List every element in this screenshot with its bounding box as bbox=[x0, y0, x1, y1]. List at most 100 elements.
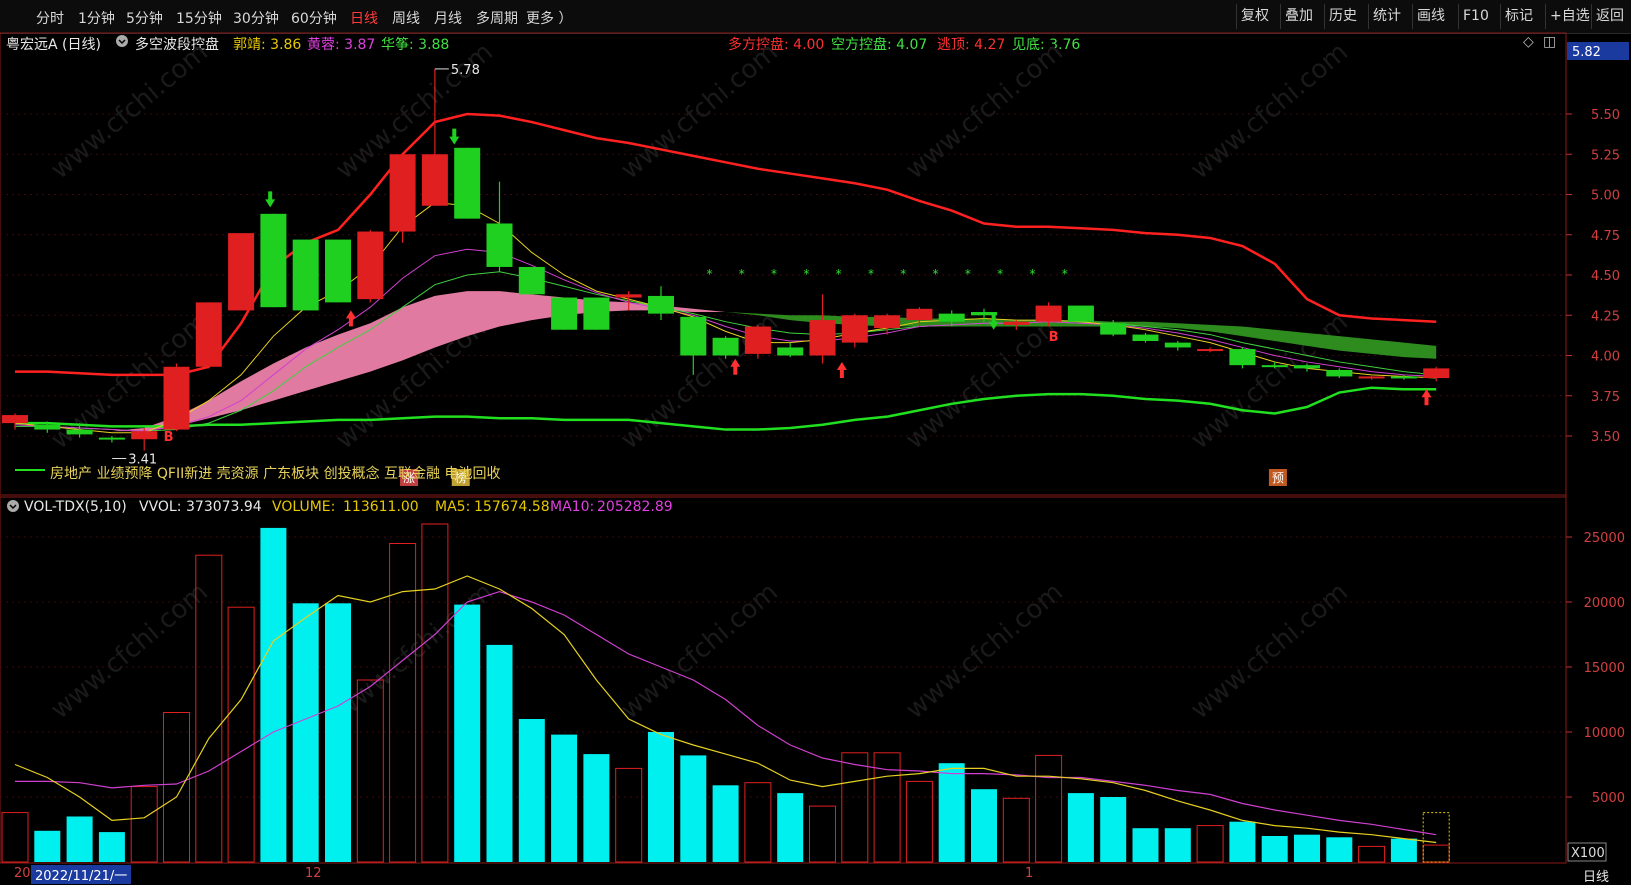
volume-info-bar: VOL-TDX(5,10) VVOL: 373073.94 VOLUME: 11… bbox=[0, 498, 1560, 518]
volume-bar bbox=[583, 754, 610, 862]
candle-body bbox=[292, 239, 319, 311]
period-label: 日线 bbox=[1583, 870, 1610, 885]
volume-bar bbox=[98, 832, 125, 862]
price-tick-label: 4.00 bbox=[1591, 350, 1620, 365]
down-arrow-icon bbox=[988, 313, 999, 330]
candle-body bbox=[66, 429, 93, 435]
volume-bar bbox=[1294, 834, 1320, 862]
volume-bar bbox=[938, 763, 965, 862]
volume-bar bbox=[615, 767, 643, 863]
volume-bar bbox=[777, 793, 804, 862]
ma10-label: MA10: bbox=[550, 499, 595, 515]
candle-body bbox=[195, 302, 222, 367]
volume-tick-label: 15000 bbox=[1584, 661, 1625, 676]
candle-body bbox=[1261, 365, 1288, 368]
x-axis: 20 2022/11/21/一 12 1 日线 bbox=[0, 864, 1631, 885]
volume-tick-label: 25000 bbox=[1584, 531, 1625, 546]
current-price-label: 5.82 bbox=[1572, 45, 1601, 60]
volume-bar bbox=[1035, 754, 1063, 863]
candle-body bbox=[357, 231, 384, 300]
volume-bar bbox=[841, 752, 869, 863]
candle-body bbox=[228, 233, 255, 311]
volume-bar bbox=[1196, 825, 1224, 863]
buy-marker: B bbox=[164, 430, 174, 445]
watermark-text: www.cfchi.com bbox=[1185, 37, 1354, 185]
candle-body bbox=[777, 347, 804, 356]
ma5-label: MA5: bbox=[435, 499, 471, 515]
candle-body bbox=[454, 147, 481, 219]
volume-bar bbox=[292, 603, 319, 862]
candle-body bbox=[583, 297, 610, 330]
event-tag-text: 预 bbox=[1272, 471, 1284, 485]
star-marker: * bbox=[739, 267, 745, 281]
volume-bar bbox=[227, 606, 255, 863]
candle-body bbox=[938, 313, 965, 322]
volume-bar bbox=[486, 644, 513, 862]
volume-value: 113611.00 bbox=[343, 499, 419, 515]
candle-body bbox=[1390, 376, 1417, 379]
candle-body bbox=[163, 366, 190, 430]
volume-tick-label: 10000 bbox=[1584, 726, 1625, 741]
high-label: 5.78 bbox=[451, 63, 480, 78]
volume-settings-icon[interactable] bbox=[6, 499, 20, 517]
price-tick-label: 4.25 bbox=[1591, 309, 1620, 324]
watermark-text: www.cfchi.com bbox=[900, 577, 1069, 725]
down-arrow-icon bbox=[265, 191, 276, 208]
concept-tags: 房地产 业绩预降 QFII新进 壳资源 广东板块 创投概念 互联金融 电池回收 bbox=[50, 466, 501, 482]
buy-marker: B bbox=[1049, 330, 1059, 345]
price-tick-label: 4.50 bbox=[1591, 269, 1620, 284]
kline-chart[interactable]: 5.50 5.25 5.00 4.75 4.50 4.25 4.00 3.75 3.50 2500… bbox=[0, 0, 1631, 885]
volume-bar bbox=[712, 785, 739, 862]
volume-bar bbox=[551, 734, 578, 862]
volume-tick-label: 20000 bbox=[1584, 596, 1625, 611]
volume-bar bbox=[163, 712, 190, 863]
candle-body bbox=[1229, 349, 1256, 366]
star-marker: * bbox=[1062, 267, 1068, 281]
volume-bar bbox=[66, 816, 93, 862]
price-tick-label: 5.25 bbox=[1591, 148, 1620, 163]
candle-body bbox=[841, 315, 868, 343]
x-label-dec: 12 bbox=[305, 866, 322, 881]
star-marker: * bbox=[933, 267, 939, 281]
volume-bar bbox=[130, 786, 158, 863]
candle-body bbox=[98, 437, 125, 440]
candle-body bbox=[421, 154, 448, 206]
volume-bar bbox=[325, 603, 351, 862]
watermark-text: www.cfchi.com bbox=[900, 37, 1069, 185]
candle-body bbox=[1035, 305, 1062, 322]
star-marker: * bbox=[836, 267, 842, 281]
star-marker: * bbox=[900, 267, 906, 281]
volume-bar bbox=[1067, 793, 1094, 862]
volume-bar bbox=[1002, 797, 1030, 863]
candle-body bbox=[1100, 323, 1127, 335]
candle-body bbox=[1358, 376, 1385, 379]
star-marker: * bbox=[1029, 267, 1035, 281]
volume-bar-pending bbox=[1422, 812, 1450, 863]
volume-bar bbox=[1422, 844, 1450, 863]
volume-bar bbox=[518, 719, 545, 862]
up-arrow-icon bbox=[836, 361, 847, 378]
candle-body bbox=[34, 424, 61, 430]
candle-body bbox=[1132, 334, 1159, 342]
watermark-text: www.cfchi.com bbox=[615, 37, 784, 185]
unit-label: X100 bbox=[1571, 846, 1605, 861]
volume-bar bbox=[680, 755, 707, 862]
price-tick-label: 3.50 bbox=[1591, 430, 1620, 445]
candle-body bbox=[389, 154, 416, 232]
candle-body bbox=[744, 326, 771, 354]
candle-body bbox=[486, 223, 513, 267]
down-arrow-icon bbox=[449, 128, 460, 145]
candle-body bbox=[906, 308, 933, 321]
volume-bar bbox=[1326, 837, 1353, 862]
volume-bar bbox=[1229, 821, 1256, 862]
watermark-text: www.cfchi.com bbox=[615, 577, 784, 725]
candle-body bbox=[1197, 349, 1224, 352]
star-marker: * bbox=[868, 267, 874, 281]
price-tick-label: 4.75 bbox=[1591, 229, 1620, 244]
volume-bar bbox=[971, 789, 997, 862]
price-tick-label: 3.75 bbox=[1591, 390, 1620, 405]
watermark-text: www.cfchi.com bbox=[900, 307, 1069, 455]
volume-tick-label: 5000 bbox=[1592, 791, 1625, 806]
watermark-text: www.cfchi.com bbox=[45, 37, 214, 185]
volume-bar bbox=[454, 604, 481, 862]
